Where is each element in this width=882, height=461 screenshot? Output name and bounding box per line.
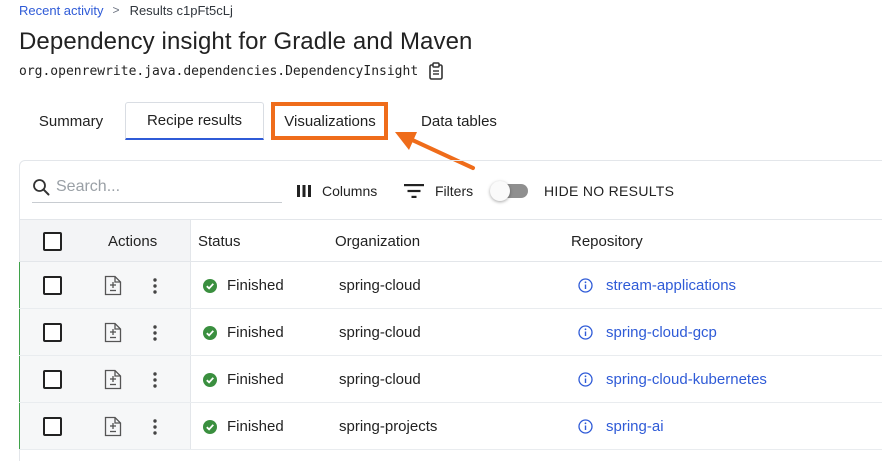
diff-icon[interactable] xyxy=(104,369,122,390)
filters-label: Filters xyxy=(435,183,474,199)
organization-cell: spring-cloud xyxy=(339,277,421,294)
table-header-row: Actions Status Organization Repository xyxy=(20,219,882,262)
diff-icon[interactable] xyxy=(104,322,122,343)
columns-icon xyxy=(297,185,311,197)
search-input[interactable] xyxy=(56,177,276,196)
row-checkbox[interactable] xyxy=(43,323,62,342)
status-cell: Finished xyxy=(203,418,284,435)
search-box xyxy=(32,171,282,203)
repository-link[interactable]: spring-cloud-gcp xyxy=(606,324,717,341)
status-cell: Finished xyxy=(203,277,284,294)
header-organization[interactable]: Organization xyxy=(335,233,420,250)
organization-cell: spring-cloud xyxy=(339,371,421,388)
check-circle-icon xyxy=(203,372,217,387)
diff-icon[interactable] xyxy=(104,275,122,296)
columns-button[interactable]: Columns xyxy=(297,180,377,202)
repository-link[interactable]: spring-ai xyxy=(606,418,664,435)
info-icon[interactable] xyxy=(578,419,593,434)
repository-cell[interactable]: spring-cloud-gcp xyxy=(578,324,717,341)
header-sticky-cell: Actions xyxy=(20,220,191,261)
row-actions-cell xyxy=(20,262,191,308)
row-actions-cell xyxy=(20,356,191,402)
status-text: Finished xyxy=(227,277,284,294)
filter-icon xyxy=(404,184,424,198)
info-icon[interactable] xyxy=(578,278,593,293)
columns-label: Columns xyxy=(322,183,378,199)
status-cell: Finished xyxy=(203,324,284,341)
status-text: Finished xyxy=(227,324,284,341)
recipe-id: org.openrewrite.java.dependencies.Depend… xyxy=(19,62,444,80)
info-icon[interactable] xyxy=(578,372,593,387)
kebab-icon[interactable] xyxy=(150,418,160,436)
table-row: Finished spring-projects spring-ai xyxy=(19,403,882,450)
breadcrumb: Recent activity > Results c1pFt5cLj xyxy=(19,2,233,18)
repository-cell[interactable]: stream-applications xyxy=(578,277,736,294)
tab-recipe-results[interactable]: Recipe results xyxy=(125,102,264,140)
info-icon[interactable] xyxy=(578,325,593,340)
status-text: Finished xyxy=(227,371,284,388)
page-title: Dependency insight for Gradle and Maven xyxy=(19,28,473,55)
hide-no-results-toggle[interactable] xyxy=(490,181,532,201)
status-text: Finished xyxy=(227,418,284,435)
search-icon xyxy=(33,178,50,195)
breadcrumb-separator: > xyxy=(112,3,120,17)
row-checkbox[interactable] xyxy=(43,370,62,389)
breadcrumb-current: Results c1pFt5cLj xyxy=(129,2,233,18)
select-all-checkbox[interactable] xyxy=(43,232,62,251)
check-circle-icon xyxy=(203,278,217,293)
header-status[interactable]: Status xyxy=(198,233,241,250)
results-panel: Columns Filters HIDE NO RESULTS Actions … xyxy=(19,160,882,461)
row-checkbox[interactable] xyxy=(43,276,62,295)
kebab-icon[interactable] xyxy=(150,324,160,342)
header-actions: Actions xyxy=(108,233,158,250)
table-row: Finished spring-cloud stream-application… xyxy=(19,262,882,309)
kebab-icon[interactable] xyxy=(150,371,160,389)
recipe-id-text: org.openrewrite.java.dependencies.Depend… xyxy=(19,63,419,79)
organization-cell: spring-projects xyxy=(339,418,438,435)
table-row: Finished spring-cloud spring-cloud-kuber… xyxy=(19,356,882,403)
table-toolbar: Columns Filters HIDE NO RESULTS xyxy=(20,161,882,219)
header-repository[interactable]: Repository xyxy=(571,233,643,250)
row-actions-cell xyxy=(20,309,191,355)
table-row: Finished spring-cloud spring-cloud-gcp xyxy=(19,309,882,356)
visualizations-highlight-box xyxy=(271,102,388,140)
diff-icon[interactable] xyxy=(104,416,122,437)
row-actions-cell xyxy=(20,403,191,449)
repository-cell[interactable]: spring-cloud-kubernetes xyxy=(578,371,767,388)
filters-button[interactable]: Filters xyxy=(404,180,473,202)
repository-cell[interactable]: spring-ai xyxy=(578,418,664,435)
copy-icon[interactable] xyxy=(428,62,444,80)
hide-no-results-label: HIDE NO RESULTS xyxy=(544,183,675,199)
check-circle-icon xyxy=(203,325,217,340)
breadcrumb-recent-activity-link[interactable]: Recent activity xyxy=(19,3,104,18)
repository-link[interactable]: spring-cloud-kubernetes xyxy=(606,371,767,388)
organization-cell: spring-cloud xyxy=(339,324,421,341)
kebab-icon[interactable] xyxy=(150,277,160,295)
check-circle-icon xyxy=(203,419,217,434)
status-cell: Finished xyxy=(203,371,284,388)
repository-link[interactable]: stream-applications xyxy=(606,277,736,294)
row-checkbox[interactable] xyxy=(43,417,62,436)
tab-summary[interactable]: Summary xyxy=(19,102,123,140)
toggle-knob xyxy=(490,181,510,201)
